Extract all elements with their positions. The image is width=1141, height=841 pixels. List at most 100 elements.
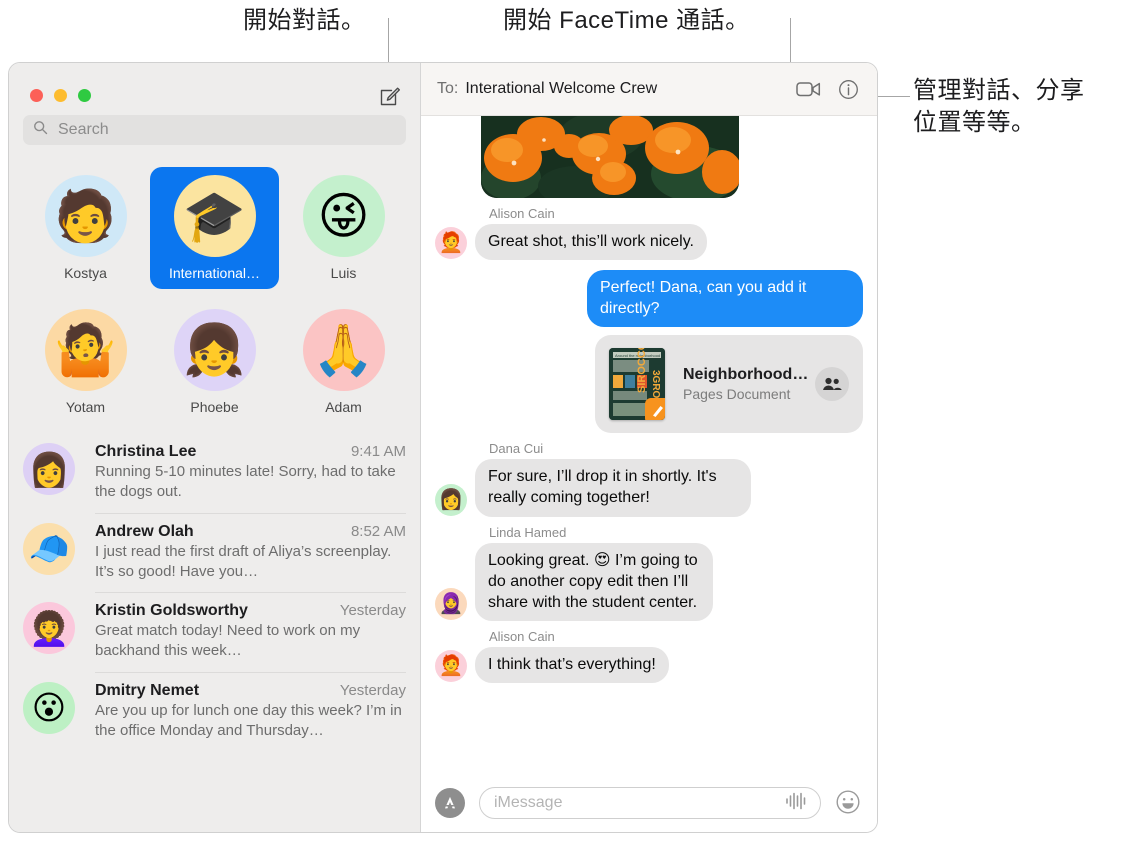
conversation-name: Christina Lee <box>95 443 197 460</box>
avatar-glyph: 😜 <box>317 188 370 244</box>
video-camera-icon[interactable] <box>793 74 823 104</box>
avatar-glyph: 🧕 <box>438 592 464 615</box>
pinned-item-label: Yotam <box>65 399 106 415</box>
avatar-glyph: 🙏 <box>312 322 375 378</box>
avatar: 👧 <box>173 309 256 391</box>
avatar: 😮 <box>23 681 75 734</box>
avatar: 👩 <box>23 443 75 495</box>
message-row: Perfect! Dana, can you add it directly? <box>435 270 863 328</box>
avatar-glyph: 👩 <box>28 450 70 488</box>
conversation-name: Andrew Olah <box>95 522 194 540</box>
message-row: 🧑‍🦰 I think that’s everything! <box>435 646 863 683</box>
avatar: 🎓 <box>173 175 256 257</box>
avatar-glyph: 👩‍🦱 <box>28 609 70 647</box>
audio-waveform-icon[interactable] <box>784 792 808 815</box>
callout-start-facetime: 開始 FaceTime 通話。 <box>503 7 750 34</box>
conversation-snippet: Running 5-10 minutes late! Sorry, had to… <box>95 463 396 501</box>
document-subtitle: Pages Document <box>683 386 791 403</box>
close-button[interactable] <box>30 89 43 102</box>
message-list: Alison Cain 🧑‍🦰 Great shot, this’ll work… <box>421 116 877 780</box>
people-icon[interactable] <box>815 367 849 402</box>
conversation-time: 9:41 AM <box>350 443 406 460</box>
avatar: 🙏 <box>302 309 385 391</box>
avatar-glyph: 🧑‍🦰 <box>438 654 464 677</box>
message-sender-name: Linda Hamed <box>489 524 567 540</box>
conversation-snippet: Are you up for lunch one day this week? … <box>95 701 402 739</box>
message-bubble[interactable]: For sure, I’ll drop it in shortly. It's … <box>475 459 751 517</box>
conversation-time: Yesterday <box>339 681 406 699</box>
pinned-item-label: Luis <box>330 265 357 281</box>
thread-header: To: Interational Welcome Crew <box>421 63 877 116</box>
app-store-icon[interactable] <box>435 788 465 818</box>
document-title: Neighborhood… <box>683 366 809 384</box>
avatar-glyph: 🧢 <box>28 530 70 567</box>
avatar: 🤷 <box>44 309 127 391</box>
message-input-field[interactable] <box>479 787 821 819</box>
message-bubble-outgoing[interactable]: Perfect! Dana, can you add it directly? <box>587 270 863 328</box>
pinned-conversations-grid: 🧑 Kostya 🎓 International… 😜 Luis 🤷 Yotam… <box>9 167 420 423</box>
message-sender-name: Alison Cain <box>489 206 555 221</box>
search-field[interactable] <box>23 115 406 145</box>
pinned-item-label: Adam <box>325 399 362 415</box>
pinned-item-label: International… <box>168 265 261 281</box>
message-row: 👩 For sure, I’ll drop it in shortly. It'… <box>435 459 863 517</box>
message-sender-name: Dana Cui <box>489 441 544 457</box>
to-label: To: <box>437 80 459 97</box>
conversation-name: Kristin Goldsworthy <box>95 602 248 619</box>
search-icon <box>33 120 48 140</box>
conversation-snippet: Great match today! Need to work on my ba… <box>95 622 361 660</box>
list-item[interactable]: 👩 Christina Lee 9:41 AM Running 5-10 min… <box>9 433 420 513</box>
pages-icon <box>645 398 665 421</box>
document-attachment-card[interactable]: Around the neighborhood SIROCCO 3GROVE N… <box>595 335 863 434</box>
avatar-glyph: 🎓 <box>183 188 246 244</box>
message-row: 🧕 Looking great. 😍 I’m going to do anoth… <box>435 542 863 621</box>
recipient-field[interactable]: Interational Welcome Crew <box>465 80 783 98</box>
info-circle-icon[interactable] <box>833 74 863 104</box>
message-row-document: Around the neighborhood SIROCCO 3GROVE N… <box>435 335 863 434</box>
avatar-glyph: 🧑‍🦰 <box>438 232 464 255</box>
messages-window: 🧑 Kostya 🎓 International… 😜 Luis 🤷 Yotam… <box>8 62 878 833</box>
message-bubble[interactable]: Looking great. 😍 I’m going to do another… <box>475 542 713 621</box>
conversation-time: Yesterday <box>339 602 406 619</box>
conversation-time: 8:52 AM <box>350 522 406 540</box>
avatar-glyph: 🧑 <box>54 188 117 244</box>
pinned-item-label: Kostya <box>64 265 107 281</box>
pinned-item-luis[interactable]: 😜 Luis <box>279 167 408 289</box>
callout-manage-conversation: 管理對話、分享 位置等等。 <box>913 77 1085 137</box>
avatar-glyph: 👧 <box>183 322 246 378</box>
message-row: 🧑‍🦰 Great shot, this’ll work nicely. <box>435 224 863 261</box>
photo-attachment[interactable] <box>481 116 739 198</box>
message-row-photo <box>435 116 863 198</box>
conversation-list: 👩 Christina Lee 9:41 AM Running 5-10 min… <box>9 433 420 832</box>
message-bubble[interactable]: Great shot, this’ll work nicely. <box>475 224 707 261</box>
pinned-item-yotam[interactable]: 🤷 Yotam <box>21 301 150 423</box>
avatar: 👩‍🦱 <box>23 602 75 654</box>
window-titlebar <box>9 63 420 115</box>
avatar: 🧑‍🦰 <box>435 227 467 260</box>
avatar: 🧑‍🦰 <box>435 649 467 682</box>
sidebar: 🧑 Kostya 🎓 International… 😜 Luis 🤷 Yotam… <box>9 63 421 832</box>
pinned-item-kostya[interactable]: 🧑 Kostya <box>21 167 150 289</box>
avatar: 👩 <box>435 483 467 516</box>
imessage-input[interactable] <box>492 793 784 813</box>
conversation-pane: To: Interational Welcome Crew Alison Cai… <box>421 63 877 832</box>
pinned-item-phoebe[interactable]: 👧 Phoebe <box>150 301 279 423</box>
zoom-button[interactable] <box>78 89 91 102</box>
minimize-button[interactable] <box>54 89 67 102</box>
svg-text:SIROCCO: SIROCCO <box>636 348 648 393</box>
message-bubble[interactable]: I think that’s everything! <box>475 646 669 683</box>
smiley-face-icon[interactable] <box>835 789 863 817</box>
list-item[interactable]: 🧢 Andrew Olah 8:52 AM I just read the fi… <box>9 512 420 593</box>
callout-start-conversation: 開始對話。 <box>243 7 366 34</box>
pinned-item-adam[interactable]: 🙏 Adam <box>279 301 408 423</box>
pinned-item-international-welcome-crew[interactable]: 🎓 International… <box>150 167 279 289</box>
compose-icon[interactable] <box>379 85 401 107</box>
conversation-name: Dmitry Nemet <box>95 681 200 699</box>
search-input[interactable] <box>56 120 396 140</box>
list-item[interactable]: 😮 Dmitry Nemet Yesterday Are you up for … <box>9 671 420 752</box>
avatar: 🧑 <box>44 175 127 257</box>
avatar-glyph: 😮 <box>31 689 67 726</box>
list-item[interactable]: 👩‍🦱 Kristin Goldsworthy Yesterday Great … <box>9 592 420 672</box>
message-composer <box>421 780 877 832</box>
avatar-glyph: 👩 <box>438 488 464 511</box>
